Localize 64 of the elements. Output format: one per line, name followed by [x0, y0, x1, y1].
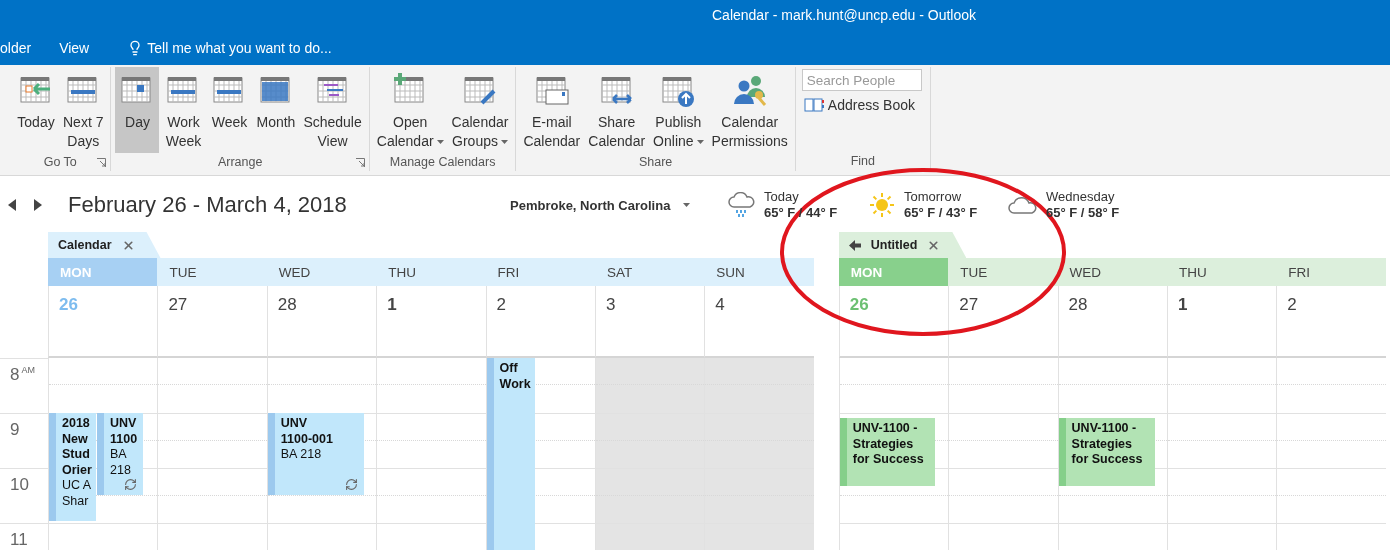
address-book-icon	[803, 97, 824, 113]
calendar-event[interactable]: UNV 1100-001 BA 218	[267, 413, 364, 495]
forecast-day: Today	[764, 189, 838, 205]
forecast-temperature: 65° F / 44° F	[764, 205, 838, 221]
ribbon-button[interactable]: Day	[115, 67, 160, 153]
dialog-launcher-icon[interactable]	[97, 157, 107, 167]
calendar-event[interactable]: UNV 1100 BA 218	[97, 413, 143, 495]
rain-icon	[728, 192, 756, 218]
group-label: Find	[850, 154, 875, 168]
weekday-header: WED	[266, 258, 377, 286]
previous-arrow-icon[interactable]	[8, 199, 16, 211]
ribbon-button[interactable]: Week	[207, 67, 252, 153]
date-range-title: February 26 - March 4, 2018	[68, 192, 348, 218]
calendar-event[interactable]: UNV-1100 - Strategies for Success	[1058, 418, 1155, 486]
caret-icon	[683, 203, 691, 207]
next-arrow-icon[interactable]	[34, 199, 42, 211]
forecast-temperature: 65° F / 43° F	[904, 205, 978, 221]
ribbon-button[interactable]: Work Week	[161, 67, 206, 153]
forecast-day: Wednesday	[1046, 189, 1120, 205]
calendar-tab[interactable]: Untitled	[838, 232, 967, 258]
group-label: Go To	[43, 155, 77, 169]
ribbon-button[interactable]: Calendar Permissions	[708, 67, 791, 153]
group-label: Arrange	[217, 155, 263, 169]
sun-icon	[868, 191, 896, 219]
location-dropdown[interactable]: Pembroke, North Carolina	[510, 197, 728, 213]
tell-me-field[interactable]: Tell me what you want to do...	[147, 39, 332, 56]
menu-item[interactable]: View	[59, 39, 90, 56]
calendar-event[interactable]: UNV-1100 - Strategies for Success	[839, 418, 935, 486]
weekday-header: THU	[376, 258, 486, 286]
people-key-icon	[731, 73, 768, 107]
calendar-event[interactable]: Off Work	[486, 358, 535, 550]
weekday-header: SUN	[704, 258, 814, 286]
back-arrow-icon[interactable]	[848, 239, 861, 251]
group-label: Share	[638, 155, 673, 169]
cloud-icon	[1008, 195, 1038, 215]
forecast-temperature: 65° F / 58° F	[1046, 205, 1120, 221]
weekday-header: THU	[1166, 258, 1277, 286]
address-book-button[interactable]: Address Book	[801, 97, 924, 113]
weekday-header: FRI	[485, 258, 595, 286]
ribbon-button[interactable]: Calendar Groups	[448, 67, 512, 153]
ribbon-button[interactable]: Today	[14, 67, 58, 153]
group-label: Manage Calendars	[389, 155, 496, 169]
ribbon-button[interactable]: Open Calendar	[373, 67, 447, 153]
ribbon-button[interactable]: Publish Online	[650, 67, 707, 153]
ribbon-button[interactable]: E-mail Calendar	[520, 67, 584, 153]
ribbon-button[interactable]: Schedule View	[300, 67, 365, 153]
calendar-event[interactable]: 2018 New Stud Orier UC A Shar	[49, 413, 96, 521]
weekday-header: SAT	[594, 258, 705, 286]
window-title: Calendar - mark.hunt@uncp.edu - Outlook	[712, 7, 976, 23]
weekday-header: TUE	[157, 258, 267, 286]
weekday-header: MON	[838, 258, 949, 286]
weekday-header: WED	[1057, 258, 1167, 286]
forecast-day: Tomorrow	[904, 189, 978, 205]
ribbon-button[interactable]: Share Calendar	[585, 67, 649, 153]
ribbon-button[interactable]: Month	[253, 67, 299, 153]
close-icon[interactable]	[121, 238, 135, 252]
weekday-header: TUE	[948, 258, 1058, 286]
dialog-launcher-icon[interactable]	[355, 157, 365, 167]
weekday-header: FRI	[1276, 258, 1386, 286]
search-field[interactable]: Search People	[801, 69, 922, 91]
weekday-header: MON	[48, 258, 158, 286]
ribbon-button[interactable]: Next 7 Days	[60, 67, 107, 153]
calendar-tab[interactable]: Calendar	[48, 232, 161, 258]
menu-item[interactable]: older	[0, 39, 32, 56]
